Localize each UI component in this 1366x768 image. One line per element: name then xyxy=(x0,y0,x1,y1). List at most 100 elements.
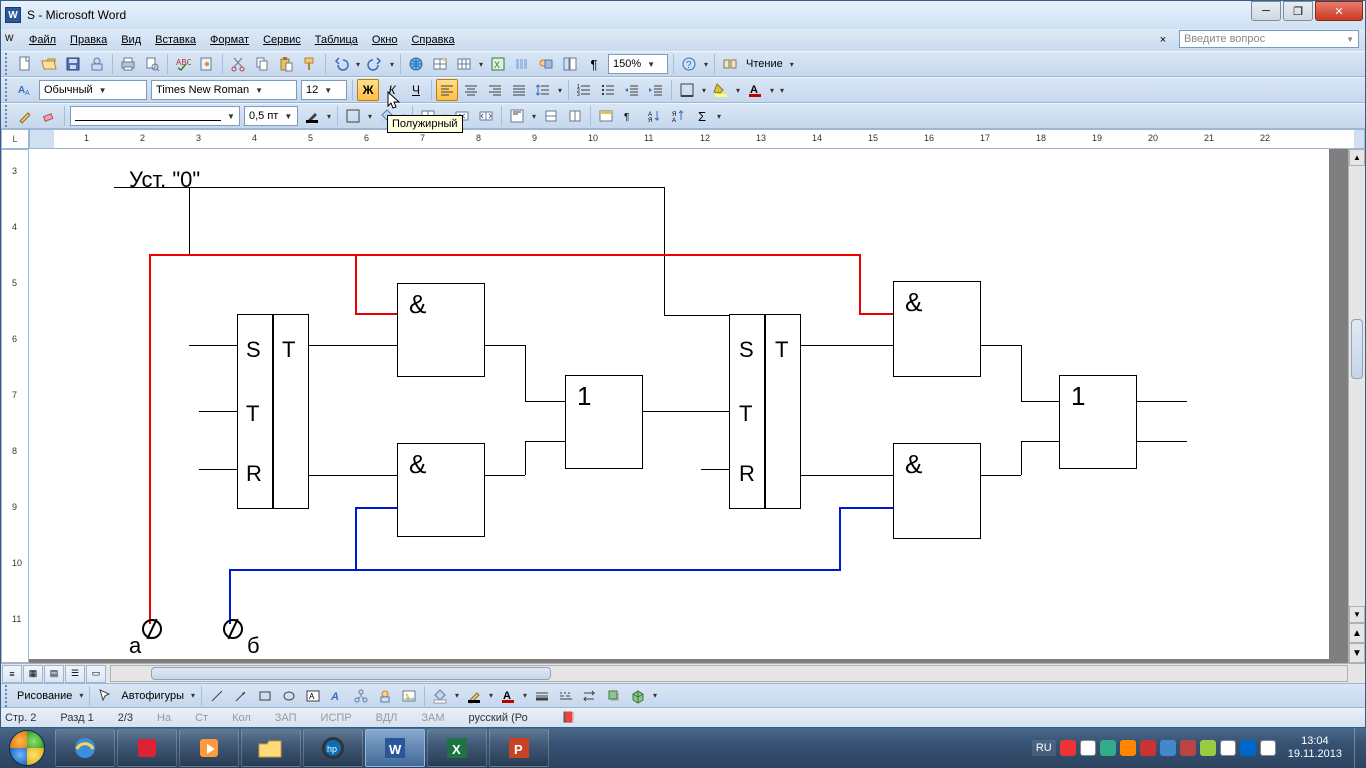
outside-border-button[interactable] xyxy=(342,105,364,127)
shadow-tool[interactable] xyxy=(603,685,625,707)
insert-table-button[interactable] xyxy=(453,53,475,75)
toolbar-handle[interactable] xyxy=(5,105,11,127)
line-color-tool[interactable] xyxy=(463,685,485,707)
sort-asc-button[interactable]: АЯ xyxy=(643,105,665,127)
line-spacing-button[interactable] xyxy=(532,79,554,101)
align-justify-button[interactable] xyxy=(508,79,530,101)
font-color-button[interactable]: A xyxy=(744,79,766,101)
insert-table-dropdown[interactable]: ▾ xyxy=(476,53,486,75)
tray-icon[interactable] xyxy=(1180,740,1196,756)
taskbar-explorer[interactable] xyxy=(241,729,301,767)
toolbar-overflow[interactable]: ▾ xyxy=(777,79,787,101)
help-button[interactable]: ? xyxy=(678,53,700,75)
columns-button[interactable] xyxy=(511,53,533,75)
tray-icon[interactable] xyxy=(1160,740,1176,756)
taskbar-ie[interactable] xyxy=(55,729,115,767)
align-left-button[interactable] xyxy=(436,79,458,101)
open-button[interactable] xyxy=(38,53,60,75)
copy-button[interactable] xyxy=(251,53,273,75)
read-icon[interactable] xyxy=(719,53,741,75)
bold-button[interactable]: Ж xyxy=(357,79,379,101)
menu-file[interactable]: Файл xyxy=(23,32,62,48)
toolbar-overflow[interactable]: ▾ xyxy=(787,53,797,75)
taskbar-app-1[interactable] xyxy=(117,729,177,767)
tray-icon[interactable] xyxy=(1240,740,1256,756)
research-button[interactable] xyxy=(196,53,218,75)
menu-format[interactable]: Формат xyxy=(204,32,255,48)
toolbar-handle[interactable] xyxy=(5,685,11,707)
reading-view-button[interactable]: ▭ xyxy=(86,665,106,683)
undo-dropdown[interactable]: ▾ xyxy=(353,53,363,75)
hscroll-thumb[interactable] xyxy=(151,667,551,680)
menu-window[interactable]: Окно xyxy=(366,32,404,48)
drawing-menu[interactable]: Рисование xyxy=(13,690,76,702)
minimize-button[interactable]: ─ xyxy=(1251,1,1281,21)
maximize-button[interactable]: ❐ xyxy=(1283,1,1313,21)
tray-icon[interactable] xyxy=(1220,740,1236,756)
print-preview-button[interactable] xyxy=(141,53,163,75)
ruler-corner[interactable]: L xyxy=(1,129,29,149)
tray-icon[interactable] xyxy=(1100,740,1116,756)
arrow-tool[interactable] xyxy=(230,685,252,707)
menu-help[interactable]: Справка xyxy=(405,32,460,48)
doc-close-button[interactable]: × xyxy=(1152,29,1174,51)
redo-dropdown[interactable]: ▾ xyxy=(387,53,397,75)
undo-button[interactable] xyxy=(330,53,352,75)
autoshapes-menu[interactable]: Автофигуры xyxy=(117,690,188,702)
outdent-button[interactable] xyxy=(621,79,643,101)
align-cell-button[interactable] xyxy=(506,105,528,127)
menu-view[interactable]: Вид xyxy=(115,32,147,48)
zoom-combo[interactable]: 150%▼ xyxy=(608,54,668,74)
browse-next-button[interactable]: ▼ xyxy=(1349,643,1365,663)
autoformat-button[interactable] xyxy=(595,105,617,127)
tray-icon[interactable] xyxy=(1140,740,1156,756)
font-combo[interactable]: Times New Roman▼ xyxy=(151,80,297,100)
ask-a-question-box[interactable]: Введите вопрос ▼ xyxy=(1179,30,1359,48)
tray-volume-icon[interactable] xyxy=(1260,740,1276,756)
tray-icon[interactable] xyxy=(1060,740,1076,756)
menu-table[interactable]: Таблица xyxy=(309,32,364,48)
indent-button[interactable] xyxy=(645,79,667,101)
distribute-cols-button[interactable] xyxy=(564,105,586,127)
distribute-rows-button[interactable] xyxy=(540,105,562,127)
numbering-button[interactable]: 123 xyxy=(573,79,595,101)
vertical-ruler[interactable]: 3 4 5 6 7 8 9 10 11 xyxy=(1,149,29,663)
tray-icon[interactable] xyxy=(1080,740,1096,756)
tray-icon[interactable] xyxy=(1120,740,1136,756)
font-color-tool[interactable]: A xyxy=(497,685,519,707)
toolbar-overflow[interactable]: ▾ xyxy=(650,685,660,707)
3d-tool[interactable] xyxy=(627,685,649,707)
hyperlink-button[interactable] xyxy=(405,53,427,75)
toolbar-handle[interactable] xyxy=(5,79,11,101)
oval-tool[interactable] xyxy=(278,685,300,707)
show-desktop-button[interactable] xyxy=(1354,728,1364,768)
web-view-button[interactable]: ▦ xyxy=(23,665,43,683)
bullets-button[interactable] xyxy=(597,79,619,101)
align-right-button[interactable] xyxy=(484,79,506,101)
print-button[interactable] xyxy=(117,53,139,75)
ltr-button[interactable]: ¶ xyxy=(619,105,641,127)
taskbar-excel[interactable]: X xyxy=(427,729,487,767)
start-button[interactable] xyxy=(0,728,54,768)
tray-clock[interactable]: 13:04 19.11.2013 xyxy=(1280,735,1350,761)
style-combo[interactable]: Обычный▼ xyxy=(39,80,147,100)
excel-button[interactable]: X xyxy=(487,53,509,75)
diagram-tool[interactable] xyxy=(350,685,372,707)
styles-pane-button[interactable]: AA xyxy=(14,79,36,101)
line-style-tool[interactable] xyxy=(531,685,553,707)
line-weight-combo[interactable]: 0,5 пт▼ xyxy=(244,106,298,126)
scroll-down-button[interactable]: ▼ xyxy=(1349,606,1365,623)
paste-button[interactable] xyxy=(275,53,297,75)
textbox-tool[interactable]: A xyxy=(302,685,324,707)
horizontal-ruler[interactable]: 1 2 3 4 5 6 7 8 9 10 11 12 13 14 15 16 1… xyxy=(29,129,1365,149)
menu-edit[interactable]: Правка xyxy=(64,32,113,48)
doc-map-button[interactable] xyxy=(559,53,581,75)
split-cells-button[interactable] xyxy=(475,105,497,127)
redo-button[interactable] xyxy=(364,53,386,75)
insert-picture-tool[interactable] xyxy=(398,685,420,707)
menu-insert[interactable]: Вставка xyxy=(149,32,202,48)
dash-style-tool[interactable] xyxy=(555,685,577,707)
scroll-thumb[interactable] xyxy=(1351,319,1363,379)
print-layout-button[interactable]: ▤ xyxy=(44,665,64,683)
underline-button[interactable]: Ч xyxy=(405,79,427,101)
